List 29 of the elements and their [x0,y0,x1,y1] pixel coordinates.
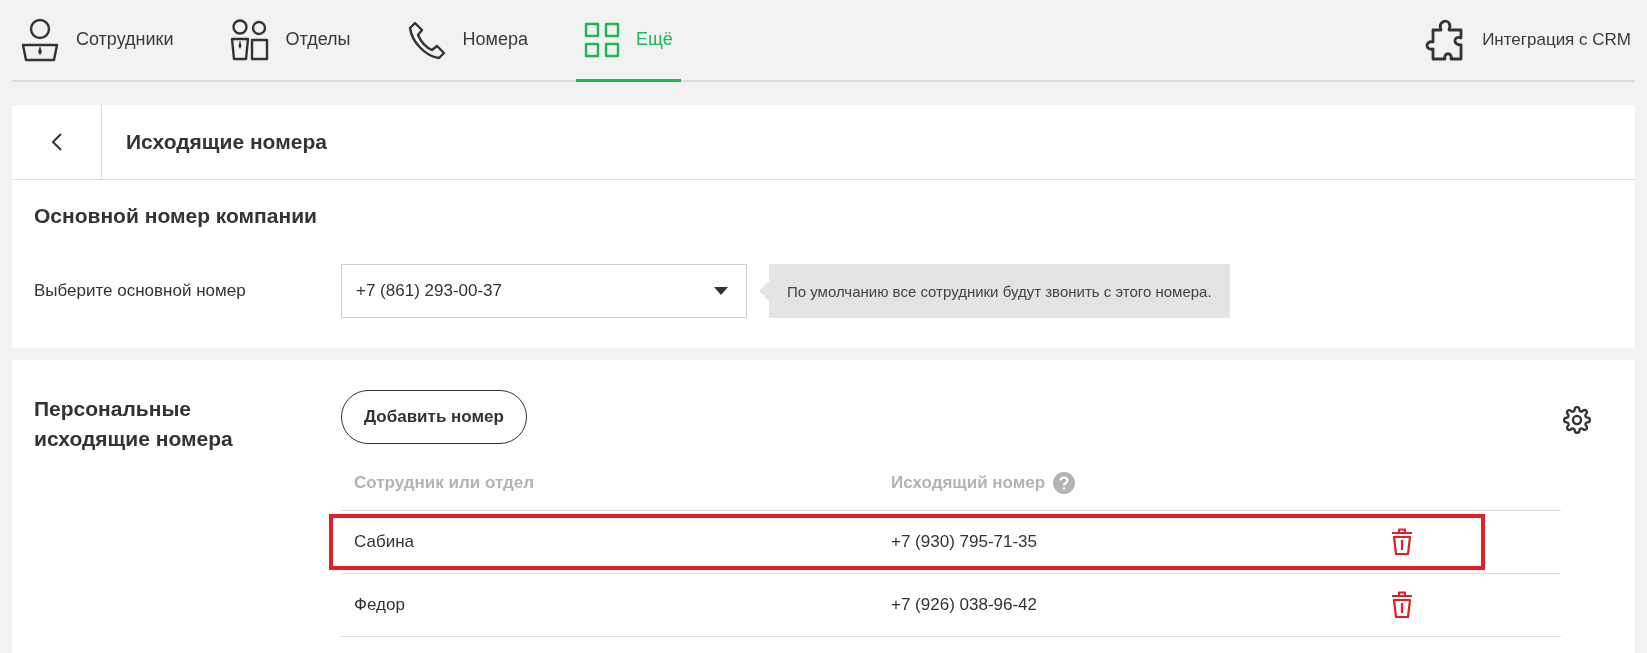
trash-icon [1391,528,1413,556]
table-cell-text: Федор [353,595,406,615]
table-cell-text: +7 (930) 795-71-35 [891,532,1039,552]
phone-icon [406,19,447,60]
add-number-button[interactable]: Добавить номер [341,390,527,444]
section-heading: Основной номер компании [34,204,318,228]
settings-icon[interactable] [1563,406,1591,434]
people-icon [229,18,270,61]
integration-link[interactable]: Интеграция с CRM [1424,0,1635,80]
grid-icon [583,21,620,58]
delete-button[interactable] [1391,528,1413,556]
page-title: Исходящие номера [125,129,327,155]
caret-icon [714,287,728,295]
number-select[interactable]: +7 (861) 293-00-37 [341,264,747,318]
delete-button[interactable] [1391,591,1413,619]
chevron-left-icon [50,132,63,152]
section-heading: Персональные исходящие номера [34,396,234,452]
hint-tooltip: По умолчанию все сотрудники будут звонить с этого номера. [769,264,1230,318]
column-header: Сотрудник или отдел [354,473,535,493]
column-header: Исходящий номер [891,473,1046,493]
table-cell-text: +7 (926) 038-96-42 [891,595,1039,615]
field-label: Выберите основной номер [34,281,247,301]
nav-tab[interactable]: Сотрудники [12,0,182,82]
tooltip-arrow [759,281,769,301]
table-cell-text: Сабина [353,532,415,552]
trash-icon [1391,591,1413,619]
person-icon [20,17,60,62]
nav-tab[interactable]: Отделы [221,0,359,82]
nav-tab[interactable]: Номера [398,0,536,82]
